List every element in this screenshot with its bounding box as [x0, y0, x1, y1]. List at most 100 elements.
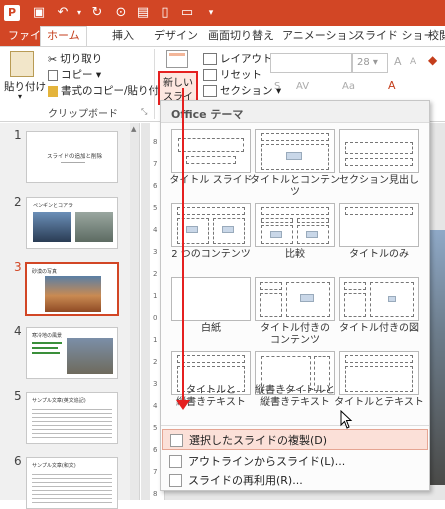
print-icon[interactable]: ▭: [178, 4, 196, 22]
shrink-font-icon[interactable]: A: [410, 57, 416, 67]
penguin-photo: [33, 212, 71, 242]
tab-slideshow[interactable]: スライド ショー: [354, 26, 435, 46]
format-painter-button[interactable]: 書式のコピー/貼り付け: [48, 83, 170, 98]
copy-button[interactable]: コピー ▾: [48, 67, 101, 82]
slide-thumb-title: スライドの追加と削除: [47, 154, 103, 160]
tab-review[interactable]: 校閲: [428, 26, 445, 46]
ruler-mark: 1: [153, 292, 158, 300]
gallery-header: Office テーマ: [161, 101, 429, 123]
undo-dropdown-icon[interactable]: ▾: [70, 4, 88, 22]
slide-number: 6: [14, 454, 22, 468]
slide-thumbnail-6[interactable]: サンプル文章(和文): [26, 457, 118, 509]
slide-thumbnail-1[interactable]: スライドの追加と削除: [26, 131, 118, 183]
font-name-field[interactable]: [270, 53, 352, 73]
tab-animations[interactable]: アニメーション: [282, 26, 359, 46]
change-case-icon[interactable]: Aa: [342, 81, 355, 92]
ruler-mark: 8: [153, 138, 158, 146]
tab-transitions[interactable]: 画面切り替え: [208, 26, 274, 46]
section-label: セクション: [220, 85, 273, 97]
duplicate-slide-icon: [170, 434, 183, 447]
section-icon: [203, 85, 217, 97]
copy-icon: [48, 69, 58, 81]
bullet-line: [32, 347, 58, 349]
slide-thumbnail-3[interactable]: 砂漠の写真: [25, 262, 119, 316]
font-size-field[interactable]: 28 ▾: [352, 53, 388, 73]
layout-caption: 2 つのコンテンツ: [171, 249, 251, 260]
slide-thumb-title: 砂漠の写真: [32, 269, 58, 275]
customize-qat-icon[interactable]: ▾: [202, 4, 220, 22]
save-icon[interactable]: ▣: [30, 4, 48, 22]
ruler-mark: 2: [153, 358, 158, 366]
ruler-mark: 0: [153, 314, 158, 322]
layout-thumb-title-text[interactable]: [339, 351, 419, 395]
slide-thumb-title: サンプル文章(英文追記): [32, 398, 86, 404]
annotation-arrow-head: [176, 400, 190, 410]
thumb-scrollbar[interactable]: [130, 123, 139, 500]
strikethrough-icon[interactable]: S: [274, 81, 280, 92]
menu-label: アウトラインからスライド(L)...: [188, 455, 346, 468]
tab-home[interactable]: ホーム: [40, 26, 87, 46]
cut-button[interactable]: ✂ 切り取り: [48, 51, 102, 66]
slide-number: 1: [14, 128, 22, 142]
reuse-slides-menu-item[interactable]: スライドの再利用(R)...: [162, 470, 428, 491]
title-bar: P ▣ ↶ ▾ ↻ ⊙ ▤ ▯ ▭ ▾: [0, 0, 445, 26]
ruler-mark: 3: [153, 380, 158, 388]
slide-thumbnail-5[interactable]: サンプル文章(英文追記): [26, 392, 118, 444]
open-folder-icon[interactable]: ▤: [134, 4, 152, 22]
powerpoint-logo-icon: P: [4, 5, 20, 21]
layout-caption: タイトルのみ: [349, 249, 409, 260]
start-from-beginning-icon[interactable]: ⊙: [112, 4, 130, 22]
reset-label: リセット: [220, 69, 262, 81]
slide-number: 2: [14, 195, 22, 209]
layout-caption: タイトルとコンテンツ: [250, 175, 340, 198]
bullet-line: [32, 352, 60, 354]
group-divider: [154, 49, 155, 119]
new-slide-label-1: 新しい: [163, 78, 193, 89]
copy-label: コピー: [61, 69, 93, 81]
layout-thumb-title-only[interactable]: [339, 203, 419, 247]
clipboard-group-label: クリップボード: [48, 109, 118, 120]
ruler-mark: 6: [153, 182, 158, 190]
scroll-up-icon[interactable]: ▲: [131, 125, 136, 133]
redo-icon[interactable]: ↻: [88, 4, 106, 22]
ruler-mark: 1: [153, 336, 158, 344]
paste-dropdown-icon[interactable]: ▾: [18, 92, 22, 101]
tab-design[interactable]: デザイン: [154, 26, 198, 46]
thumb-subtitle-line: [61, 162, 85, 163]
font-format-row: S AV Aa A: [268, 79, 444, 97]
layout-caption: 白紙: [201, 323, 221, 334]
slide-thumbnail-2[interactable]: ペンギンとコアラ: [26, 197, 118, 249]
annotation-arrow-line: [182, 88, 184, 406]
paste-button[interactable]: 貼り付け: [4, 79, 46, 94]
slide-thumbnail-4[interactable]: 寒冷地の風景: [26, 327, 118, 379]
duplicate-slides-menu-item[interactable]: 選択したスライドの複製(D): [162, 429, 428, 450]
cut-label: 切り取り: [60, 53, 103, 65]
reset-button[interactable]: リセット: [203, 67, 262, 82]
slide-number: 4: [14, 324, 22, 338]
tab-insert[interactable]: 挿入: [112, 26, 134, 46]
reset-icon: [203, 69, 217, 81]
new-file-icon[interactable]: ▯: [156, 4, 174, 22]
layout-thumb-content-caption[interactable]: [255, 277, 335, 321]
layout-thumb-comparison[interactable]: [255, 203, 335, 247]
new-slide-icon: [166, 50, 188, 68]
clear-formatting-icon[interactable]: ◆: [428, 53, 437, 67]
slide-number: 5: [14, 389, 22, 403]
grow-font-icon[interactable]: A: [394, 55, 402, 68]
char-spacing-icon[interactable]: AV: [296, 81, 309, 92]
layout-thumb-section-header[interactable]: [339, 129, 419, 173]
ruler-mark: 2: [153, 270, 158, 278]
layout-caption: タイトルとテキスト: [334, 397, 424, 408]
mouse-cursor-icon: [340, 410, 353, 429]
menu-separator: [161, 425, 429, 426]
bullet-line: [32, 342, 62, 344]
paste-icon[interactable]: [10, 51, 34, 77]
slides-from-outline-menu-item[interactable]: アウトラインからスライド(L)...: [162, 451, 428, 472]
layout-thumb-title-content[interactable]: [255, 129, 335, 173]
font-color-icon[interactable]: A: [388, 79, 396, 92]
font-size-value: 28: [357, 57, 370, 68]
scissors-icon: ✂: [48, 53, 58, 66]
layout-thumb-picture-caption[interactable]: [339, 277, 419, 321]
ruler-mark: 7: [153, 468, 158, 476]
dialog-launcher-icon[interactable]: ⤡: [141, 107, 147, 117]
